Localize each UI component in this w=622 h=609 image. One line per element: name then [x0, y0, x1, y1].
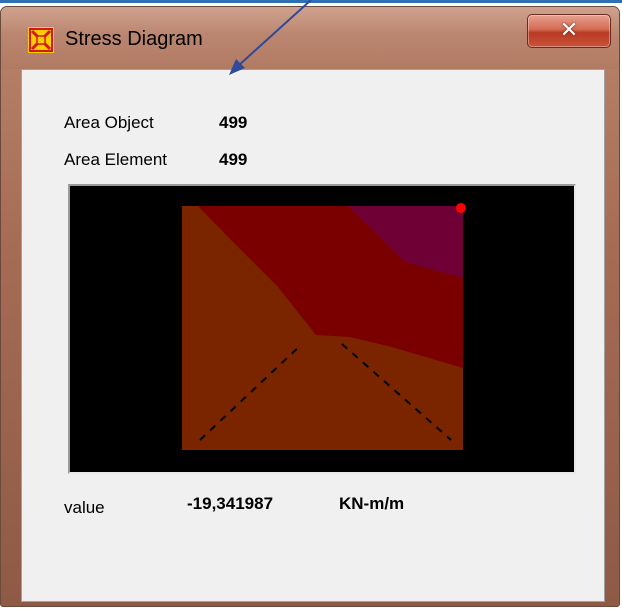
screen-top-border	[0, 0, 622, 3]
close-button[interactable]: ✕	[527, 14, 611, 48]
area-object-label: Area Object	[64, 113, 154, 132]
title-bar[interactable]: Stress Diagram ✕	[1, 7, 619, 69]
selected-point-marker	[456, 203, 466, 213]
area-element-value: 499	[219, 150, 248, 169]
value-label: value	[64, 498, 105, 517]
stress-contour-plot	[68, 184, 576, 474]
area-object-value: 499	[219, 113, 248, 132]
close-icon: ✕	[559, 18, 579, 43]
stress-diagram-window: Stress Diagram ✕ Area Object 499 Area El…	[0, 6, 620, 607]
window-title: Stress Diagram	[65, 28, 203, 50]
stress-unit: KN-m/m	[339, 494, 405, 513]
stress-value: -19,341987	[187, 494, 274, 513]
sap-app-icon	[28, 27, 54, 53]
dialog-client-area: Area Object 499 Area Element 499 value -…	[21, 69, 605, 602]
area-element-label: Area Element	[64, 150, 167, 169]
